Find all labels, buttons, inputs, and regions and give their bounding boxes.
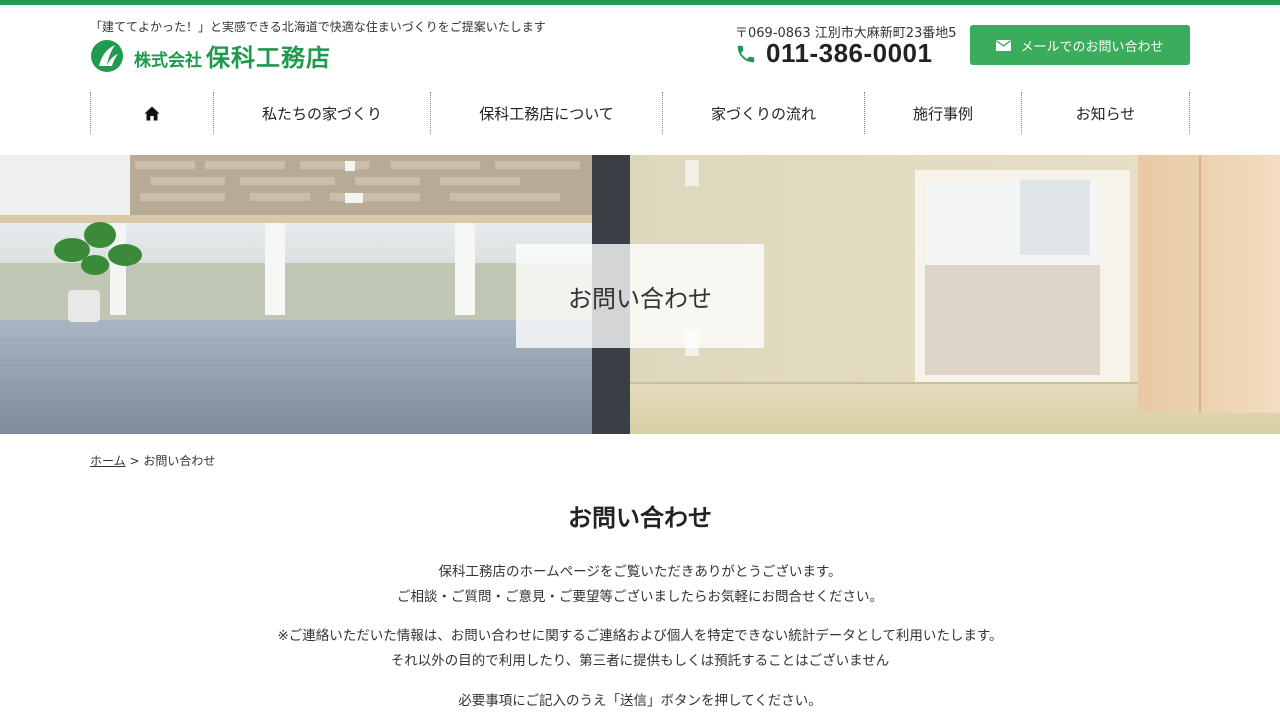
phone-icon [737,45,755,62]
nav-item-ie-zukuri[interactable]: 私たちの家づくり [213,92,430,134]
mail-icon [996,39,1012,51]
site-logo[interactable]: 株式会社 保科工務店 [90,38,331,73]
breadcrumb-current: お問い合わせ [143,454,216,468]
page-title: お問い合わせ [568,504,712,532]
logo-mark-icon [91,39,123,72]
phone-contact[interactable]: 011-386-0001 [735,38,932,69]
phone-number: 011-386-0001 [766,38,933,68]
nav-item-label: お知らせ [1075,104,1136,123]
nav-item-news[interactable]: お知らせ [1021,92,1190,134]
privacy-notice-line-2: それ以外の目的で利用したり、第三者に提供もしくは預託することはございません [390,653,890,669]
nav-item-about[interactable]: 保科工務店について [430,92,662,134]
nav-item-works[interactable]: 施行事例 [864,92,1021,134]
breadcrumb-home-link[interactable]: ホーム [90,454,126,468]
home-icon [144,106,160,120]
nav-item-flow[interactable]: 家づくりの流れ [662,92,864,134]
nav-item-label: 保科工務店について [479,104,614,123]
nav-item-label: 施行事例 [912,104,973,123]
breadcrumb-separator: > [129,454,140,468]
top-accent-bar [0,0,1280,5]
nav-home[interactable] [90,92,213,134]
nav-item-label: 家づくりの流れ [710,104,816,123]
nav-item-label: 私たちの家づくり [261,104,382,123]
logo-company-name: 保科工務店 [206,44,331,72]
hero-title: お問い合わせ [516,244,764,348]
intro-line-2: ご相談・ご質問・ご意見・ご要望等ございましたらお気軽にお問合せください。 [397,589,883,605]
site-tagline: 「建ててよかった！」と実感できる北海道で快適な住まいづくりをご提案いたします [90,20,546,34]
intro-line-1: 保科工務店のホームページをご覧いただきありがとうございます。 [438,564,842,580]
global-nav: 私たちの家づくり 保科工務店について 家づくりの流れ 施行事例 お知らせ [90,92,1190,134]
breadcrumb: ホーム > お問い合わせ [90,452,215,469]
form-instruction: 必要事項にご記入のうえ「送信」ボタンを押してください。 [458,693,822,709]
privacy-notice-line-1: ※ご連絡いただいた情報は、お問い合わせに関するご連絡および個人を特定できない統計… [277,628,1003,644]
hero-banner: お問い合わせ [0,155,1280,434]
logo-prefix: 株式会社 [134,51,202,71]
mail-contact-button-label: メールでのお問い合わせ [1020,39,1164,55]
mail-contact-button[interactable]: メールでのお問い合わせ [970,25,1190,65]
